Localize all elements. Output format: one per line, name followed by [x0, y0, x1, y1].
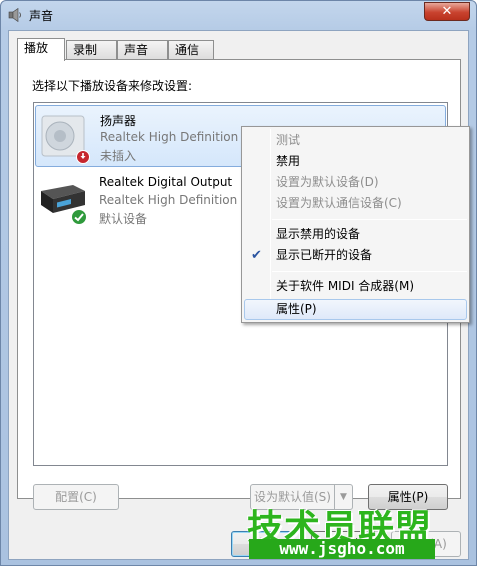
unplugged-badge-icon: [76, 150, 90, 164]
device-name: Realtek Digital Output: [99, 175, 233, 189]
menu-item-set-default-device[interactable]: 设置为默认设备(D): [244, 172, 467, 193]
speaker-title-icon: [8, 7, 21, 23]
configure-button[interactable]: 配置(C): [33, 484, 119, 510]
instruction-label: 选择以下播放设备来修改设置:: [32, 79, 193, 93]
device-name: 扬声器: [100, 114, 137, 128]
close-button[interactable]: ✕: [424, 2, 470, 21]
menu-item-test[interactable]: 测试: [244, 130, 467, 151]
device-description: Realtek High Definition Audio: [100, 130, 250, 144]
menu-separator: [272, 271, 467, 272]
menu-item-set-default-comm-device[interactable]: 设置为默认通信设备(C): [244, 193, 467, 214]
watermark-url: www.jsgho.com: [249, 539, 435, 559]
tab-playback[interactable]: 播放: [17, 38, 65, 61]
title-bar[interactable]: 声音 ✕: [1, 1, 476, 29]
device-status: 未插入: [100, 149, 137, 163]
menu-item-properties[interactable]: 属性(P): [244, 299, 467, 320]
device-status: 默认设备: [99, 212, 148, 226]
tab-communications[interactable]: 通信: [168, 40, 214, 60]
menu-separator: [272, 219, 467, 220]
tab-recording[interactable]: 录制: [66, 40, 117, 60]
watermark-logo: 技术员联盟 www.jsgho.com: [247, 499, 437, 561]
menu-item-label: 显示已断开的设备: [276, 248, 373, 262]
tab-sounds[interactable]: 声音: [117, 40, 168, 60]
context-menu: 测试 禁用 设置为默认设备(D) 设置为默认通信设备(C) 显示禁用的设备 ✔ …: [241, 126, 470, 323]
menu-item-show-disabled[interactable]: 显示禁用的设备: [244, 224, 467, 245]
device-description: Realtek High Definition Audio: [99, 193, 249, 207]
window-title: 声音: [29, 9, 54, 23]
menu-item-about-midi[interactable]: 关于软件 MIDI 合成器(M): [244, 276, 467, 297]
checkmark-icon: ✔: [251, 248, 262, 263]
menu-item-disable[interactable]: 禁用: [244, 151, 467, 172]
menu-item-show-disconnected[interactable]: ✔ 显示已断开的设备: [244, 245, 467, 266]
sound-dialog-window: 声音 ✕ 播放 录制 声音 通信 选择以下播放设备来修改设置: 扬声器 Real…: [0, 0, 477, 566]
default-check-icon: [71, 209, 87, 225]
